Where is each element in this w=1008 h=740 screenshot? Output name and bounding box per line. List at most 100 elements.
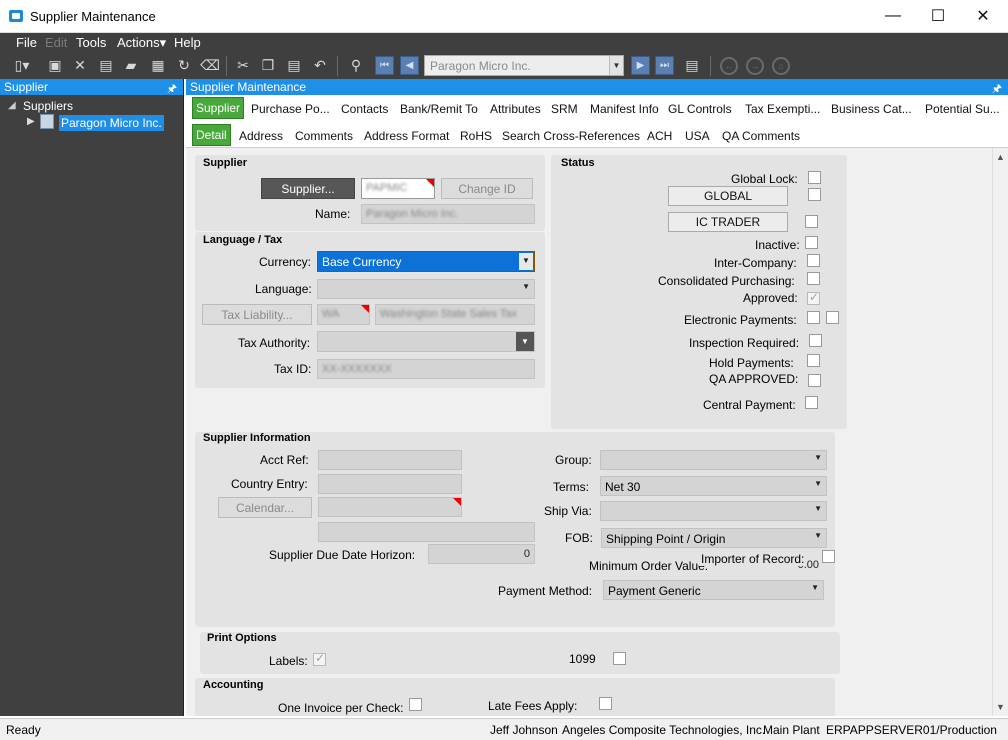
- chevron-down-icon[interactable]: ▼: [814, 504, 822, 513]
- fob-combo[interactable]: Shipping Point / Origin ▼: [601, 528, 827, 548]
- new-icon[interactable]: ▯▾: [12, 55, 32, 75]
- inter-company-checkbox[interactable]: [807, 254, 820, 267]
- close-button[interactable]: ✕: [960, 0, 1006, 32]
- tab-contacts[interactable]: Contacts: [341, 102, 388, 116]
- supplier-button[interactable]: Supplier...: [261, 178, 355, 199]
- tab-search-cross-references[interactable]: Search Cross-References: [502, 129, 640, 143]
- tab-comments[interactable]: Comments: [295, 129, 353, 143]
- tab-attributes[interactable]: Attributes: [490, 102, 541, 116]
- tab-purchase-point[interactable]: Purchase Po...: [251, 102, 330, 116]
- ic-trader-button[interactable]: IC TRADER: [668, 212, 788, 232]
- forward-icon[interactable]: →: [746, 57, 764, 75]
- delete-icon[interactable]: ✕: [70, 55, 90, 75]
- menu-actions[interactable]: Actions▾: [117, 35, 166, 51]
- consolidated-purchasing-checkbox[interactable]: [807, 272, 820, 285]
- tree-node-selected-supplier[interactable]: Paragon Micro Inc.: [59, 115, 164, 131]
- next-record-icon[interactable]: ▶: [631, 56, 650, 75]
- inspection-required-checkbox[interactable]: [809, 334, 822, 347]
- chevron-down-icon[interactable]: ▼: [814, 531, 822, 540]
- tab-gl-controls[interactable]: GL Controls: [668, 102, 732, 116]
- clear-icon[interactable]: ⌫: [200, 55, 220, 75]
- tab-ach[interactable]: ACH: [647, 129, 672, 143]
- paste-icon[interactable]: ▤: [284, 55, 304, 75]
- supplier-id-field[interactable]: PAPMIC: [361, 178, 435, 199]
- menu-tools[interactable]: Tools: [76, 35, 106, 50]
- expand-icon[interactable]: ▶: [27, 116, 35, 127]
- menu-file[interactable]: File: [16, 35, 37, 50]
- tab-bank-remit-to[interactable]: Bank/Remit To: [400, 102, 478, 116]
- chevron-down-icon[interactable]: ▼: [811, 583, 819, 592]
- minimize-button[interactable]: —: [870, 0, 916, 32]
- chevron-down-icon[interactable]: ▼: [609, 56, 623, 75]
- due-date-horizon-field[interactable]: 0: [428, 544, 535, 564]
- ic-trader-checkbox[interactable]: [805, 215, 818, 228]
- tab-detail[interactable]: Detail: [192, 124, 231, 146]
- menu-edit[interactable]: Edit: [45, 35, 67, 50]
- tax-liability-button[interactable]: Tax Liability...: [202, 304, 312, 325]
- tab-tax-exemptions[interactable]: Tax Exempti...: [745, 102, 820, 116]
- labels-checkbox[interactable]: [313, 651, 326, 666]
- electronic-payments-secondary-checkbox[interactable]: [826, 311, 839, 324]
- global-button[interactable]: GLOBAL: [668, 186, 788, 206]
- chevron-down-icon[interactable]: ▼: [814, 453, 822, 462]
- tax-id-field[interactable]: XX-XXXXXXX: [317, 359, 535, 379]
- language-combo[interactable]: ▼: [317, 279, 535, 299]
- maximize-button[interactable]: ☐: [915, 0, 961, 32]
- country-entry-field[interactable]: [318, 474, 462, 494]
- chevron-down-icon[interactable]: ▼: [814, 479, 822, 488]
- central-payment-checkbox[interactable]: [805, 396, 818, 409]
- refresh-icon[interactable]: ↻: [174, 55, 194, 75]
- approved-checkbox[interactable]: [807, 290, 820, 305]
- tab-potential-suppliers[interactable]: Potential Su...: [925, 102, 1000, 116]
- tree-root-suppliers[interactable]: Suppliers: [23, 99, 73, 113]
- tab-address[interactable]: Address: [239, 129, 283, 143]
- acct-ref-field[interactable]: [318, 450, 462, 470]
- terms-combo[interactable]: Net 30 ▼: [600, 476, 827, 496]
- global-checkbox[interactable]: [808, 188, 821, 201]
- ship-via-combo[interactable]: ▼: [600, 501, 827, 521]
- change-id-button[interactable]: Change ID: [441, 178, 533, 199]
- name-field[interactable]: Paragon Micro Inc.: [361, 204, 535, 224]
- search-icon[interactable]: ⚲: [346, 55, 366, 75]
- tab-qa-comments[interactable]: QA Comments: [722, 129, 800, 143]
- supplier-navigation-combo[interactable]: Paragon Micro Inc. ▼: [424, 55, 624, 76]
- back-icon[interactable]: ←: [720, 57, 738, 75]
- tab-supplier[interactable]: Supplier: [192, 97, 245, 119]
- late-fees-apply-checkbox[interactable]: [599, 697, 612, 710]
- menu-help[interactable]: Help: [174, 35, 201, 50]
- tax-liability-code-field[interactable]: WA: [317, 304, 370, 325]
- calendar-field[interactable]: [318, 497, 462, 517]
- hold-payments-checkbox[interactable]: [807, 354, 820, 367]
- inactive-checkbox[interactable]: [805, 236, 818, 249]
- payment-method-combo[interactable]: Payment Generic ▼: [603, 580, 824, 600]
- scroll-down-icon[interactable]: ▼: [996, 702, 1005, 712]
- chevron-down-icon[interactable]: ▼: [516, 332, 534, 351]
- calendar-button[interactable]: Calendar...: [218, 497, 312, 518]
- scroll-up-icon[interactable]: ▲: [996, 152, 1005, 162]
- tab-srm[interactable]: SRM: [551, 102, 578, 116]
- chevron-down-icon[interactable]: ▼: [522, 282, 530, 291]
- record-list-icon[interactable]: ▤: [682, 55, 702, 75]
- global-lock-checkbox[interactable]: [808, 171, 821, 184]
- open-folder-icon[interactable]: ▰: [121, 55, 141, 75]
- one-invoice-per-check-checkbox[interactable]: [409, 698, 422, 711]
- undo-icon[interactable]: ↶: [310, 55, 330, 75]
- tab-usa[interactable]: USA: [685, 129, 710, 143]
- tab-address-format[interactable]: Address Format: [364, 129, 449, 143]
- attach-icon[interactable]: ▤: [96, 55, 116, 75]
- tax-authority-combo[interactable]: ▼: [317, 331, 535, 352]
- home-icon[interactable]: ⌂: [772, 57, 790, 75]
- cut-icon[interactable]: ✂: [233, 55, 253, 75]
- first-record-icon[interactable]: ⏮: [375, 56, 394, 75]
- tab-business-categories[interactable]: Business Cat...: [831, 102, 912, 116]
- vertical-scrollbar[interactable]: ▲ ▼: [992, 148, 1008, 716]
- previous-record-icon[interactable]: ◀: [400, 56, 419, 75]
- chevron-down-icon[interactable]: ▼: [519, 253, 533, 270]
- importer-of-record-checkbox[interactable]: [822, 550, 835, 563]
- group-combo[interactable]: ▼: [600, 450, 827, 470]
- tab-rohs[interactable]: RoHS: [460, 129, 492, 143]
- copy-icon[interactable]: ❐: [258, 55, 278, 75]
- electronic-payments-checkbox[interactable]: [807, 311, 820, 324]
- currency-combo[interactable]: Base Currency ▼: [317, 251, 535, 272]
- save-icon[interactable]: ▣: [45, 55, 65, 75]
